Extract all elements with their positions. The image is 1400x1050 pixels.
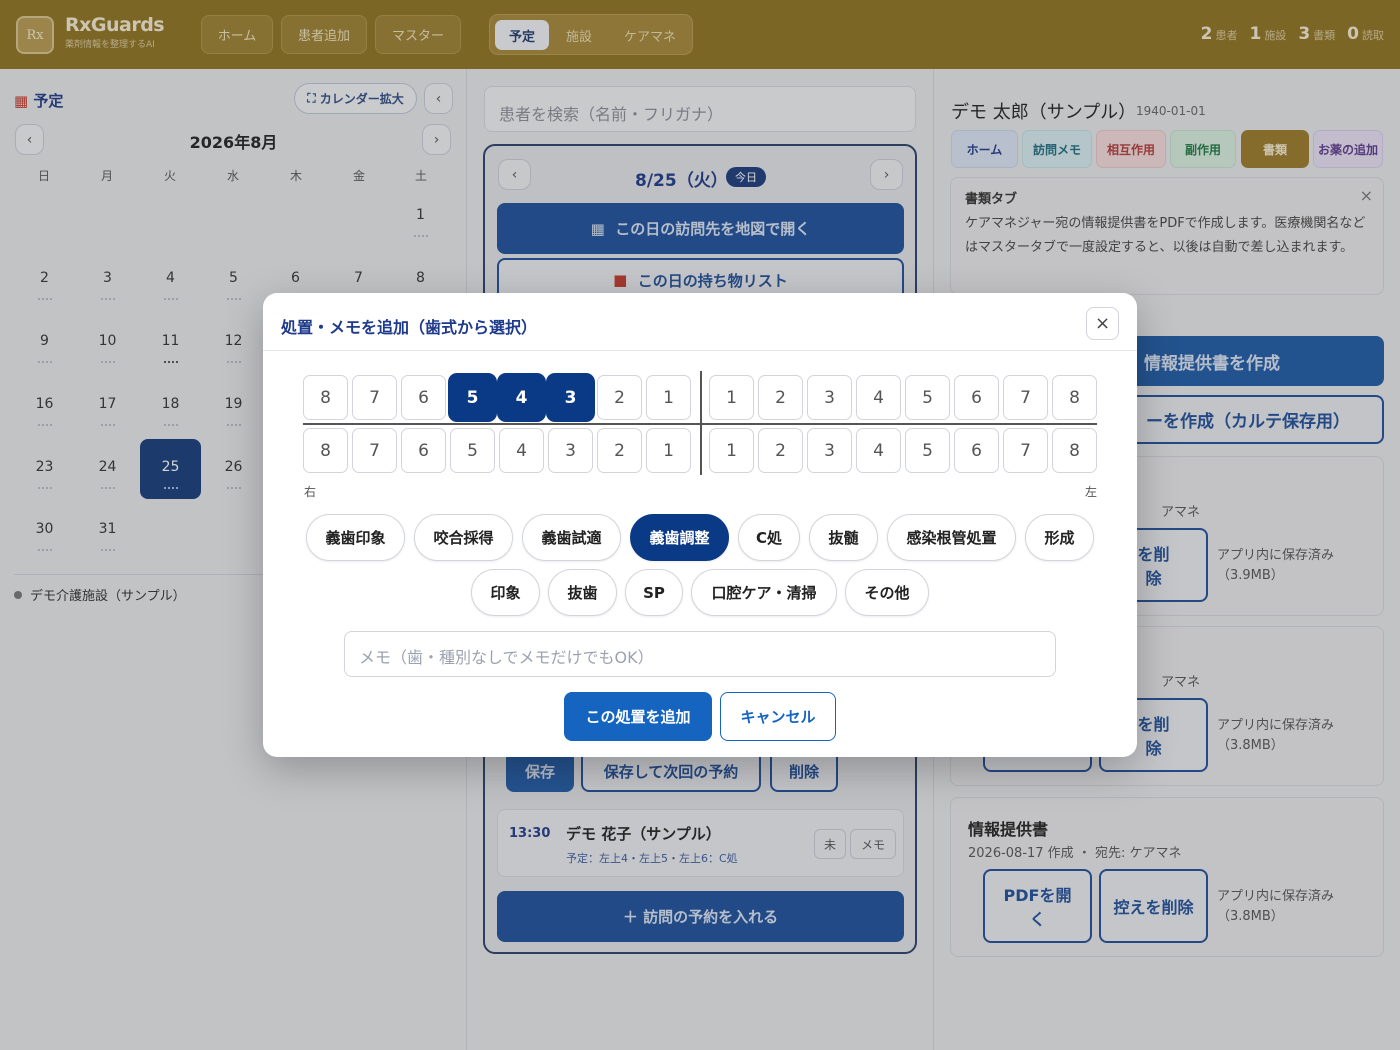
tooth-lower-right[interactable]: 6 bbox=[401, 428, 446, 473]
tooth-lower-left[interactable]: 2 bbox=[758, 428, 803, 473]
treatment-option[interactable]: その他 bbox=[845, 569, 929, 616]
treatment-option[interactable]: 感染根管処置 bbox=[887, 514, 1016, 561]
treatment-option[interactable]: 抜歯 bbox=[548, 569, 617, 616]
tooth-lower-left[interactable]: 6 bbox=[954, 428, 999, 473]
tooth-lower-left[interactable]: 3 bbox=[807, 428, 852, 473]
treatment-option[interactable]: 抜髄 bbox=[809, 514, 878, 561]
tooth-upper-left[interactable]: 7 bbox=[1003, 375, 1048, 420]
close-button[interactable]: × bbox=[1086, 307, 1119, 340]
add-treatment-button[interactable]: この処置を追加 bbox=[564, 692, 712, 741]
memo-input[interactable]: メモ（歯・種別なしでメモだけでもOK） bbox=[344, 631, 1056, 677]
tooth-upper-left[interactable]: 1 bbox=[709, 375, 754, 420]
tooth-lower-right[interactable]: 7 bbox=[352, 428, 397, 473]
side-label-left: 左 bbox=[1085, 485, 1098, 499]
treatment-option[interactable]: 印象 bbox=[471, 569, 540, 616]
tooth-upper-left[interactable]: 6 bbox=[954, 375, 999, 420]
treatment-option[interactable]: SP bbox=[625, 569, 683, 616]
add-treatment-dialog: 処置・メモを追加（歯式から選択） × 8 7 6 5 4 3 2 1 1 2 3… bbox=[263, 293, 1137, 757]
tooth-upper-right[interactable]: 6 bbox=[401, 375, 446, 420]
tooth-upper-right[interactable]: 2 bbox=[597, 375, 642, 420]
divider bbox=[263, 350, 1137, 351]
tooth-lower-right[interactable]: 5 bbox=[450, 428, 495, 473]
tooth-upper-right-selected[interactable]: 5 bbox=[450, 375, 495, 420]
tooth-lower-left[interactable]: 7 bbox=[1003, 428, 1048, 473]
tooth-upper-left[interactable]: 8 bbox=[1052, 375, 1097, 420]
dialog-title: 処置・メモを追加（歯式から選択） bbox=[281, 318, 538, 337]
tooth-upper-left[interactable]: 5 bbox=[905, 375, 950, 420]
tooth-lower-right[interactable]: 8 bbox=[303, 428, 348, 473]
tooth-upper-left[interactable]: 2 bbox=[758, 375, 803, 420]
tooth-upper-right-selected[interactable]: 3 bbox=[548, 375, 593, 420]
tooth-upper-right[interactable]: 7 bbox=[352, 375, 397, 420]
tooth-upper-right[interactable]: 8 bbox=[303, 375, 348, 420]
tooth-lower-left[interactable]: 1 bbox=[709, 428, 754, 473]
treatment-option[interactable]: 義歯試適 bbox=[522, 514, 621, 561]
tooth-lower-right[interactable]: 2 bbox=[597, 428, 642, 473]
tooth-upper-right-selected[interactable]: 4 bbox=[499, 375, 544, 420]
tooth-lower-left[interactable]: 8 bbox=[1052, 428, 1097, 473]
tooth-lower-right[interactable]: 4 bbox=[499, 428, 544, 473]
midline bbox=[700, 371, 702, 475]
tooth-lower-left[interactable]: 5 bbox=[905, 428, 950, 473]
tooth-lower-right[interactable]: 3 bbox=[548, 428, 593, 473]
side-label-right: 右 bbox=[304, 485, 317, 499]
tooth-upper-right[interactable]: 1 bbox=[646, 375, 691, 420]
close-icon: × bbox=[1094, 313, 1111, 334]
treatment-option-selected[interactable]: 義歯調整 bbox=[630, 514, 729, 561]
treatment-option[interactable]: 義歯印象 bbox=[306, 514, 405, 561]
tooth-lower-left[interactable]: 4 bbox=[856, 428, 901, 473]
tooth-lower-right[interactable]: 1 bbox=[646, 428, 691, 473]
treatment-option[interactable]: C処 bbox=[738, 514, 800, 561]
treatment-option[interactable]: 咬合採得 bbox=[414, 514, 513, 561]
cancel-button[interactable]: キャンセル bbox=[720, 692, 836, 741]
tooth-upper-left[interactable]: 4 bbox=[856, 375, 901, 420]
treatment-option[interactable]: 形成 bbox=[1025, 514, 1094, 561]
treatment-option[interactable]: 口腔ケア・清掃 bbox=[691, 569, 837, 616]
tooth-upper-left[interactable]: 3 bbox=[807, 375, 852, 420]
